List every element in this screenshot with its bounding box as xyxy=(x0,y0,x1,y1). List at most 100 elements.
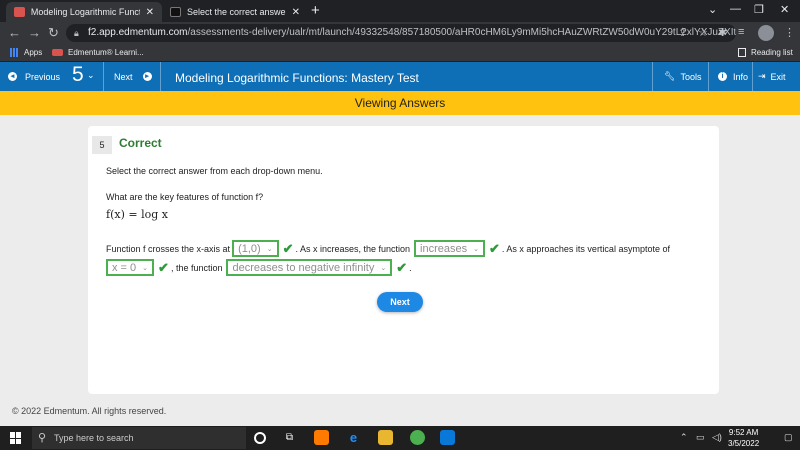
divider xyxy=(708,62,709,91)
tools-button[interactable]: 🔧︎ Tools xyxy=(664,62,701,91)
search-placeholder: Type here to search xyxy=(54,433,134,443)
chevron-down-icon: ⌄ xyxy=(473,245,479,253)
answer-line-2: x = 0 ⌄ ✔ , the function decreases to ne… xyxy=(106,259,412,276)
firefox-icon[interactable] xyxy=(314,430,329,445)
reading-list[interactable]: Reading list xyxy=(738,48,793,57)
url-host: f2.app.edmentum.com xyxy=(88,27,188,38)
reading-list-label: Reading list xyxy=(751,48,793,57)
profile-avatar[interactable] xyxy=(758,25,774,41)
dropdown-value: decreases to negative infinity xyxy=(232,261,375,274)
chevron-down-icon[interactable]: ⌄ xyxy=(87,70,95,81)
wrench-icon: 🔧︎ xyxy=(664,71,676,81)
previous-label: Previous xyxy=(25,71,61,82)
apps-grid-icon xyxy=(10,48,19,57)
test-header: ◂ Previous 5 ⌄ Next ▸ Modeling Logarithm… xyxy=(0,62,800,91)
browser-tab[interactable]: Select the correct answer from e ✕ xyxy=(162,2,308,22)
reload-icon[interactable]: ↻ xyxy=(48,25,59,41)
extensions-icon[interactable]: ✱ xyxy=(718,26,727,39)
info-label: Info xyxy=(733,71,749,82)
close-icon[interactable]: ✕ xyxy=(292,7,300,18)
file-explorer-icon[interactable] xyxy=(378,430,393,445)
star-icon[interactable]: ☆ xyxy=(698,26,708,39)
chrome-icon[interactable] xyxy=(410,430,425,445)
taskbar-clock[interactable]: 9:52 AM 3/5/2022 xyxy=(728,427,759,449)
previous-button[interactable]: ◂ Previous xyxy=(4,62,60,91)
sentence-part: . As x increases, the function xyxy=(295,243,411,254)
divider xyxy=(752,62,753,91)
dropdown-end-behavior[interactable]: decreases to negative infinity ⌄ xyxy=(226,259,393,276)
next-header-button[interactable]: Next ▸ xyxy=(114,62,156,91)
info-button[interactable]: i Info xyxy=(714,62,748,91)
page-title: Modeling Logarithmic Functions: Mastery … xyxy=(175,71,419,85)
dropdown-value: x = 0 xyxy=(112,261,137,274)
lock-icon: 🔒︎ xyxy=(74,28,79,38)
notifications-icon[interactable]: ▢ xyxy=(784,432,793,443)
sentence-part: , the function xyxy=(170,262,223,273)
share-icon[interactable]: ⇪ xyxy=(678,26,687,39)
back-icon[interactable]: ← xyxy=(8,25,21,40)
edmentum-favicon-icon xyxy=(14,7,25,17)
windows-start-icon[interactable] xyxy=(10,432,22,444)
calculator-icon[interactable] xyxy=(440,430,455,445)
function-definition: f(x) = log x xyxy=(106,208,168,221)
checkmark-icon: ✔ xyxy=(158,259,169,275)
browser-tab-active[interactable]: Modeling Logarithmic Functions ✕ xyxy=(6,2,162,22)
tab-search-icon[interactable]: ⌄ xyxy=(708,3,717,16)
question-number-badge: 5 xyxy=(92,136,112,154)
answer-line-1: Function f crosses the x-axis at (1,0) ⌄… xyxy=(106,240,670,257)
menu-icon[interactable]: ⋮ xyxy=(784,26,795,39)
windows-taskbar: ⚲ Type here to search ⧉ e ⌃ ▭ ◁) 9:52 AM… xyxy=(0,426,800,450)
checkmark-icon: ✔ xyxy=(396,259,408,275)
dropdown-x-intercept[interactable]: (1,0) ⌄ xyxy=(232,240,279,257)
taskbar-search[interactable]: ⚲ Type here to search xyxy=(32,427,246,449)
restore-icon[interactable]: ❐ xyxy=(754,3,764,16)
chevron-down-icon: ⌄ xyxy=(380,264,387,272)
prompt-text: What are the key features of function f? xyxy=(106,192,264,202)
dropdown-asymptote[interactable]: x = 0 ⌄ xyxy=(106,259,155,276)
volume-icon[interactable]: ◁) xyxy=(712,432,722,443)
bookmark-edmentum[interactable]: Edmentum® Learni... xyxy=(52,48,144,57)
exit-button[interactable]: ⇥ Exit xyxy=(758,62,786,91)
bookmark-apps[interactable]: Apps xyxy=(10,48,42,57)
address-bar-row: ← → ↻ 🔒︎ f2.app.edmentum.com/assessments… xyxy=(0,22,800,44)
copyright-footer: © 2022 Edmentum. All rights reserved. xyxy=(12,406,167,416)
viewing-answers-banner: Viewing Answers xyxy=(0,91,800,115)
dropdown-value: (1,0) xyxy=(238,242,261,255)
close-icon[interactable]: ✕ xyxy=(146,7,154,18)
question-number-selector[interactable]: 5 xyxy=(72,63,84,87)
clock-date: 3/5/2022 xyxy=(728,439,760,448)
next-button[interactable]: Next xyxy=(377,292,423,312)
divider xyxy=(103,62,104,91)
search-icon: ⚲ xyxy=(38,432,47,444)
info-icon: i xyxy=(718,72,727,81)
queue-icon[interactable]: ≡ xyxy=(738,26,744,38)
dropdown-value: increases xyxy=(420,242,468,255)
checkmark-icon: ✔ xyxy=(488,240,500,256)
close-window-icon[interactable]: ✕ xyxy=(780,3,789,16)
new-tab-icon[interactable]: + xyxy=(311,2,320,19)
divider xyxy=(160,62,161,91)
edge-icon[interactable]: e xyxy=(346,430,361,445)
chevron-down-icon: ⌄ xyxy=(142,264,149,272)
network-icon[interactable]: ▭ xyxy=(696,432,705,443)
exit-icon: ⇥ xyxy=(758,71,766,81)
edmentum-favicon-icon xyxy=(52,49,63,56)
browser-tab-strip: Modeling Logarithmic Functions ✕ Select … xyxy=(0,0,800,22)
tab-label: Modeling Logarithmic Functions xyxy=(30,7,140,17)
divider xyxy=(652,62,653,91)
task-view-icon[interactable]: ⧉ xyxy=(282,430,297,445)
next-label: Next xyxy=(114,71,133,82)
brainly-favicon-icon xyxy=(170,7,181,17)
minimize-icon[interactable]: — xyxy=(730,3,741,15)
dropdown-behavior[interactable]: increases ⌄ xyxy=(414,240,485,257)
cortana-icon[interactable] xyxy=(254,432,266,444)
forward-icon[interactable]: → xyxy=(28,25,41,40)
arrow-right-icon: ▸ xyxy=(142,72,152,81)
bookmarks-bar: Apps Edmentum® Learni... Reading list xyxy=(0,44,800,62)
bookmark-label: Edmentum® Learni... xyxy=(68,48,144,57)
status-label: Correct xyxy=(119,136,162,150)
clock-time: 9:52 AM xyxy=(728,428,759,437)
bookmark-label: Apps xyxy=(24,48,43,57)
tray-chevron-icon[interactable]: ⌃ xyxy=(680,432,688,443)
url-field[interactable]: 🔒︎ f2.app.edmentum.com/assessments-deliv… xyxy=(66,24,736,42)
